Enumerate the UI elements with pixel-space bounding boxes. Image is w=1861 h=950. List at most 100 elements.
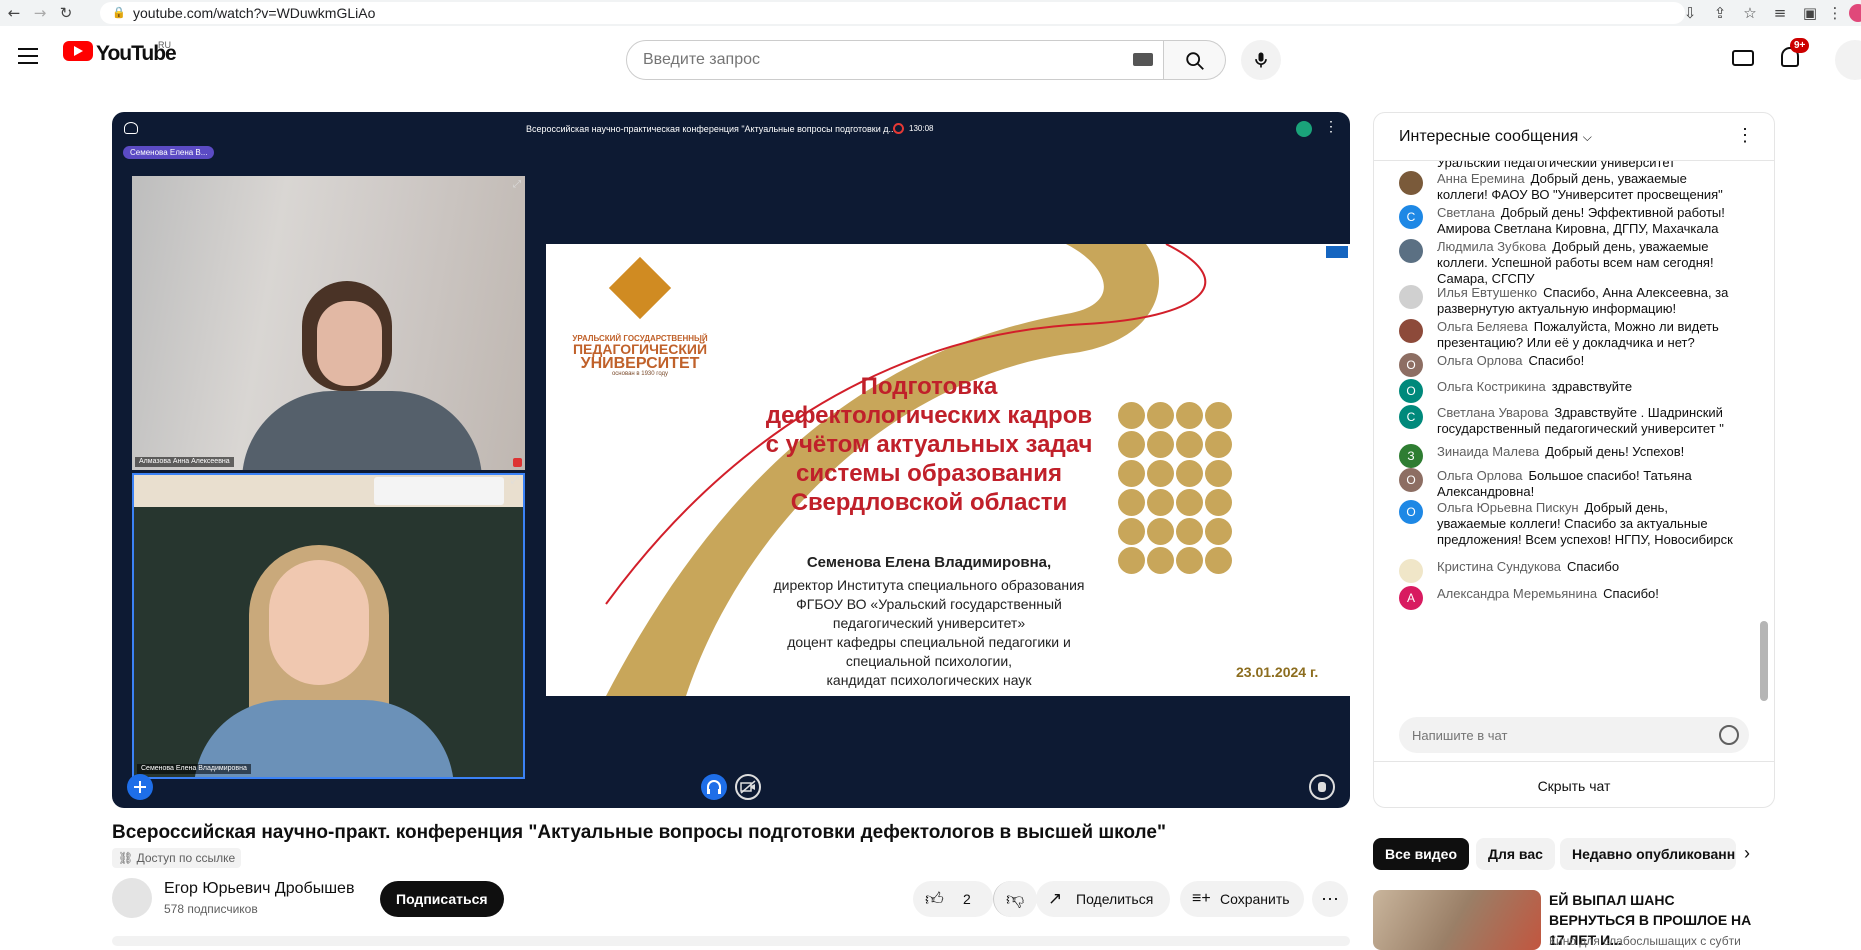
camera-tile-1[interactable]: Алмазова Анна Алексеевна ⤢: [132, 176, 525, 470]
hide-chat-button[interactable]: Скрыть чат: [1538, 778, 1611, 794]
reload-icon[interactable]: ↻: [56, 3, 76, 23]
video-player[interactable]: Всероссийская научно-практическая конфер…: [112, 112, 1350, 808]
chat-author[interactable]: Людмила Зубкова: [1437, 239, 1546, 254]
slide-line: директор Института специального образова…: [773, 577, 1085, 593]
search-button[interactable]: [1164, 40, 1226, 80]
mic-icon: [1255, 52, 1267, 68]
chat-author[interactable]: Анна Еремина: [1437, 171, 1525, 186]
install-icon[interactable]: ⇩: [1680, 3, 1700, 23]
save-label: Сохранить: [1220, 891, 1290, 907]
menu-icon[interactable]: [18, 48, 38, 64]
chat-input[interactable]: Напишите в чат: [1399, 717, 1749, 753]
expand-icon[interactable]: ⤢: [513, 179, 521, 190]
tab-recent[interactable]: Недавно опубликованн: [1560, 838, 1736, 870]
youtube-logo-icon[interactable]: [63, 41, 93, 61]
slide-title-line: Подготовка: [860, 373, 998, 400]
share-icon: ↗: [1048, 889, 1063, 908]
chat-text: Спасибо!: [1603, 586, 1659, 601]
chat-author[interactable]: Ольга Юрьевна Пискун: [1437, 500, 1579, 515]
chat-avatar[interactable]: О: [1399, 500, 1423, 524]
slide-dot: [1205, 431, 1232, 458]
recommendation-thumbnail[interactable]: [1373, 890, 1541, 950]
search-input[interactable]: Введите запрос: [643, 51, 760, 69]
share-page-icon[interactable]: ⇪: [1710, 3, 1730, 23]
emoji-icon[interactable]: [1719, 725, 1739, 745]
add-button[interactable]: [127, 774, 153, 800]
lock-icon[interactable]: 🔒: [112, 6, 126, 19]
more-vert-icon[interactable]: ⋮: [1825, 3, 1845, 23]
channel-name[interactable]: Егор Юрьевич Дробышев: [164, 880, 354, 898]
chat-scrollbar[interactable]: [1760, 621, 1768, 701]
chat-avatar[interactable]: [1399, 239, 1423, 263]
chat-message-body: Анна Еремина Добрый день, уважаемые колле…: [1437, 171, 1737, 203]
chat-avatar[interactable]: О: [1399, 468, 1423, 492]
headphones-button[interactable]: [701, 774, 727, 800]
chat-avatar[interactable]: С: [1399, 205, 1423, 229]
chat-mode-dropdown[interactable]: Интересные сообщения ⌵: [1399, 128, 1592, 146]
chat-author[interactable]: Ольга Орлова: [1437, 468, 1522, 483]
voice-search-button[interactable]: [1241, 40, 1281, 80]
tab-all[interactable]: Все видео: [1373, 838, 1470, 870]
camera-tile-2[interactable]: Семенова Елена Владимировна ⤢: [132, 473, 525, 779]
share-button[interactable]: ↗ Поделиться: [1036, 881, 1170, 917]
connection-icon[interactable]: [1296, 121, 1312, 137]
channel-avatar[interactable]: [112, 878, 152, 918]
description-box[interactable]: [112, 936, 1350, 946]
chat-author[interactable]: Ольга Кострикина: [1437, 379, 1546, 394]
raise-hand-button[interactable]: [1309, 774, 1335, 800]
chat-author[interactable]: Кристина Сундукова: [1437, 559, 1561, 574]
more-actions-icon[interactable]: ⋯: [1312, 881, 1348, 917]
chat-author[interactable]: Александра Меремьянина: [1437, 586, 1597, 601]
slide-dot: [1118, 547, 1145, 574]
save-button[interactable]: ≡+ Сохранить: [1180, 881, 1304, 917]
subscribe-button[interactable]: Подписаться: [380, 881, 504, 917]
recommendation-channel: Кино для слабослышащих с субти: [1549, 934, 1741, 948]
bookmark-star-icon[interactable]: ☆: [1740, 3, 1760, 23]
slide-dot: [1147, 402, 1174, 429]
chat-author[interactable]: Ольга Беляева: [1437, 319, 1528, 334]
chat-avatar[interactable]: [1399, 171, 1423, 195]
camera-off-button[interactable]: [735, 774, 761, 800]
tab-for-you[interactable]: Для вас: [1476, 838, 1555, 870]
create-video-icon[interactable]: [1732, 50, 1754, 66]
access-badge: ⛓ Доступ по ссылке: [112, 848, 242, 868]
chat-author[interactable]: Светлана Уварова: [1437, 405, 1548, 420]
share-label: Поделиться: [1076, 891, 1154, 907]
chat-avatar[interactable]: О: [1399, 353, 1423, 377]
chat-message-body: Александра Меремьянина Спасибо!: [1437, 586, 1737, 602]
chat-author[interactable]: Ольга Орлова: [1437, 353, 1522, 368]
like-button[interactable]: 👍︎ 2: [913, 881, 993, 917]
player-more-icon[interactable]: ⋮: [1324, 118, 1338, 135]
chat-avatar[interactable]: [1399, 559, 1423, 583]
chat-avatar[interactable]: О: [1399, 379, 1423, 403]
dislike-button[interactable]: 👎︎: [993, 881, 1037, 917]
slide-dot: [1147, 547, 1174, 574]
chat-avatar[interactable]: [1399, 285, 1423, 309]
chat-avatar[interactable]: А: [1399, 586, 1423, 610]
search-box[interactable]: Введите запрос: [626, 40, 1164, 80]
chat-avatar[interactable]: С: [1399, 405, 1423, 429]
chevron-right-icon[interactable]: ›: [1744, 843, 1750, 864]
forward-icon[interactable]: →: [30, 3, 50, 23]
chat-author[interactable]: Илья Евтушенко: [1437, 285, 1537, 300]
back-icon[interactable]: ←: [4, 3, 24, 23]
url-text[interactable]: youtube.com/watch?v=WDuwkmGLiAo: [133, 5, 375, 21]
keyboard-icon[interactable]: [1133, 53, 1153, 66]
sidepanel-icon[interactable]: ▣: [1800, 3, 1820, 23]
chat-author[interactable]: Светлана: [1437, 205, 1495, 220]
account-avatar[interactable]: [1835, 40, 1861, 80]
participant-body: [242, 391, 482, 470]
expand-icon[interactable]: ⤢: [511, 475, 519, 486]
uni-line-3: УНИВЕРСИТЕТ: [580, 355, 700, 372]
chat-text: Спасибо: [1567, 559, 1620, 574]
slide-dot: [1147, 518, 1174, 545]
chat-avatar[interactable]: З: [1399, 444, 1423, 468]
chat-message-body: Ольга Кострикина здравствуйте: [1437, 379, 1737, 395]
chat-avatar[interactable]: [1399, 319, 1423, 343]
profile-avatar[interactable]: [1849, 4, 1861, 22]
slide-dot: [1205, 402, 1232, 429]
slide-minimize-icon[interactable]: [1326, 246, 1348, 258]
chat-more-icon[interactable]: ⋮: [1736, 125, 1754, 146]
media-icon[interactable]: ≡: [1770, 3, 1790, 23]
chat-author[interactable]: Зинаида Малева: [1437, 444, 1539, 459]
